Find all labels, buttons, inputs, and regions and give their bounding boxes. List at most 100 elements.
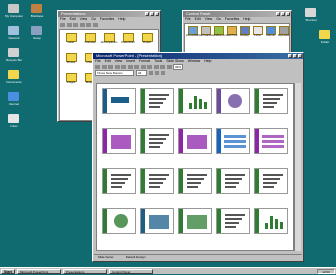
paste-icon[interactable] <box>140 65 146 69</box>
control-panel-item[interactable]: Fonts <box>251 26 264 40</box>
control-panel-item[interactable]: Keyboard <box>277 26 289 40</box>
slide-thumbnail[interactable] <box>140 88 174 114</box>
save-icon[interactable] <box>108 65 113 69</box>
undo-icon[interactable] <box>147 65 152 69</box>
cut-icon[interactable] <box>79 23 85 27</box>
menu-item-file[interactable]: File <box>95 59 101 64</box>
slide-thumbnail[interactable] <box>140 168 174 194</box>
menu-item-view[interactable]: View <box>115 59 123 64</box>
menu-item-edit[interactable]: Edit <box>70 17 76 22</box>
control-panel-item[interactable]: Add Hardware <box>199 26 212 40</box>
taskbar-button[interactable]: Presentations <box>63 269 107 274</box>
menu-item-edit[interactable]: Edit <box>195 17 201 22</box>
redo-icon[interactable] <box>153 65 159 69</box>
menu-item-go[interactable]: Go <box>216 17 221 22</box>
italic-icon[interactable] <box>155 71 159 75</box>
maximize-button[interactable] <box>293 54 297 58</box>
menu-item-view[interactable]: View <box>205 17 213 22</box>
slide-thumbnail[interactable] <box>102 128 136 154</box>
desktop-icon[interactable]: Network <box>3 26 25 42</box>
powerpoint-window[interactable]: Microsoft PowerPoint - [Presentation] Fi… <box>92 52 304 262</box>
slide-thumbnail[interactable] <box>178 88 212 114</box>
start-button[interactable]: Start <box>1 269 15 274</box>
menu-item-favorites[interactable]: Favorites <box>225 17 239 22</box>
chart-icon[interactable] <box>160 65 165 69</box>
slide-thumbnail[interactable] <box>254 88 288 114</box>
file-item[interactable]: Overview <box>81 33 99 47</box>
close-button[interactable] <box>298 54 302 58</box>
desktop-icon[interactable]: Internet <box>3 92 25 108</box>
up-icon[interactable] <box>73 23 78 27</box>
cut-icon[interactable] <box>127 65 133 69</box>
print-icon[interactable] <box>114 65 120 69</box>
file-item[interactable]: AtrCompanion <box>100 33 118 47</box>
font-size-field[interactable]: 24 <box>136 70 147 76</box>
menu-item-file[interactable]: File <box>60 17 66 22</box>
maximize-button[interactable] <box>150 12 154 16</box>
slide-thumbnail[interactable] <box>178 128 212 154</box>
underline-icon[interactable] <box>161 71 165 75</box>
forward-icon[interactable] <box>66 23 72 27</box>
control-panel-item[interactable]: Date/Time <box>225 26 238 40</box>
title-bar[interactable]: Control Panel <box>183 11 291 17</box>
slide-thumbnail[interactable] <box>140 208 174 234</box>
menu-item-edit[interactable]: Edit <box>105 59 111 64</box>
desktop-icon[interactable]: Recycle Bin <box>3 48 25 64</box>
taskbar-button[interactable]: Control Panel <box>109 269 153 274</box>
control-panel-item[interactable]: Display <box>238 26 251 40</box>
zoom-box[interactable]: 33% <box>173 64 184 70</box>
slide-thumbnail[interactable] <box>102 168 136 194</box>
menu-item-help[interactable]: Help <box>204 59 211 64</box>
menu-item-tools[interactable]: Tools <box>154 59 162 64</box>
menu-item-insert[interactable]: Insert <box>126 59 135 64</box>
explorer-window-control-panel[interactable]: Control Panel File Edit View Go Favorites Hel… <box>182 10 292 54</box>
slide-thumbnail[interactable] <box>216 88 250 114</box>
close-button[interactable] <box>286 12 290 16</box>
menu-item-help[interactable]: Help <box>118 17 125 22</box>
file-item[interactable]: Project <box>138 33 156 47</box>
copy-icon[interactable] <box>134 65 139 69</box>
desktop-icon[interactable]: Folder <box>314 30 336 46</box>
menu-item-view[interactable]: View <box>80 17 88 22</box>
desktop-icon[interactable]: Setup <box>26 26 48 42</box>
menu-item-go[interactable]: Go <box>91 17 96 22</box>
close-button[interactable] <box>155 12 159 16</box>
slide-thumbnail[interactable] <box>216 208 250 234</box>
slide-thumbnail[interactable] <box>140 128 174 154</box>
minimize-button[interactable] <box>288 54 292 58</box>
minimize-button[interactable] <box>276 12 280 16</box>
menu-item-help[interactable]: Help <box>243 17 250 22</box>
taskbar-button[interactable]: Microsoft PowerPoint <box>17 269 61 274</box>
new-icon[interactable] <box>95 65 100 69</box>
control-panel-item[interactable]: Accessibility <box>186 26 199 40</box>
slide-thumbnail[interactable] <box>102 208 136 234</box>
file-item[interactable]: Letter <box>62 33 80 47</box>
maximize-button[interactable] <box>281 12 285 16</box>
slide-thumbnail[interactable] <box>216 168 250 194</box>
file-item[interactable]: Images <box>62 73 80 87</box>
slide-thumbnail[interactable] <box>216 128 250 154</box>
minimize-button[interactable] <box>145 12 149 16</box>
menu-item-format[interactable]: Format <box>139 59 150 64</box>
slide-thumbnail[interactable] <box>254 128 288 154</box>
title-bar[interactable]: Microsoft PowerPoint - [Presentation] <box>93 53 303 59</box>
desktop-icon[interactable]: Shortcut <box>300 8 322 24</box>
font-name-field[interactable]: Times New Roman <box>95 70 134 76</box>
control-panel-item[interactable]: Internet <box>264 26 277 40</box>
paste-icon[interactable] <box>92 23 98 27</box>
slide-thumbnail[interactable] <box>102 88 136 114</box>
slide-thumbnail[interactable] <box>254 208 288 234</box>
vertical-scrollbar[interactable] <box>294 83 301 251</box>
menu-item-window[interactable]: Window <box>188 59 200 64</box>
desktop-icon[interactable]: Briefcase <box>26 4 48 20</box>
desktop-icon[interactable]: Inbox <box>3 114 25 130</box>
table-icon[interactable] <box>166 65 172 69</box>
spelling-icon[interactable] <box>121 65 126 69</box>
desktop-icon[interactable]: My Computer <box>3 4 25 20</box>
bold-icon[interactable] <box>149 71 153 75</box>
slide-thumbnail[interactable] <box>178 208 212 234</box>
back-icon[interactable] <box>60 23 65 27</box>
slide-thumbnail[interactable] <box>178 168 212 194</box>
menu-item-file[interactable]: File <box>185 17 191 22</box>
file-item[interactable]: PowerPoint <box>119 33 137 47</box>
